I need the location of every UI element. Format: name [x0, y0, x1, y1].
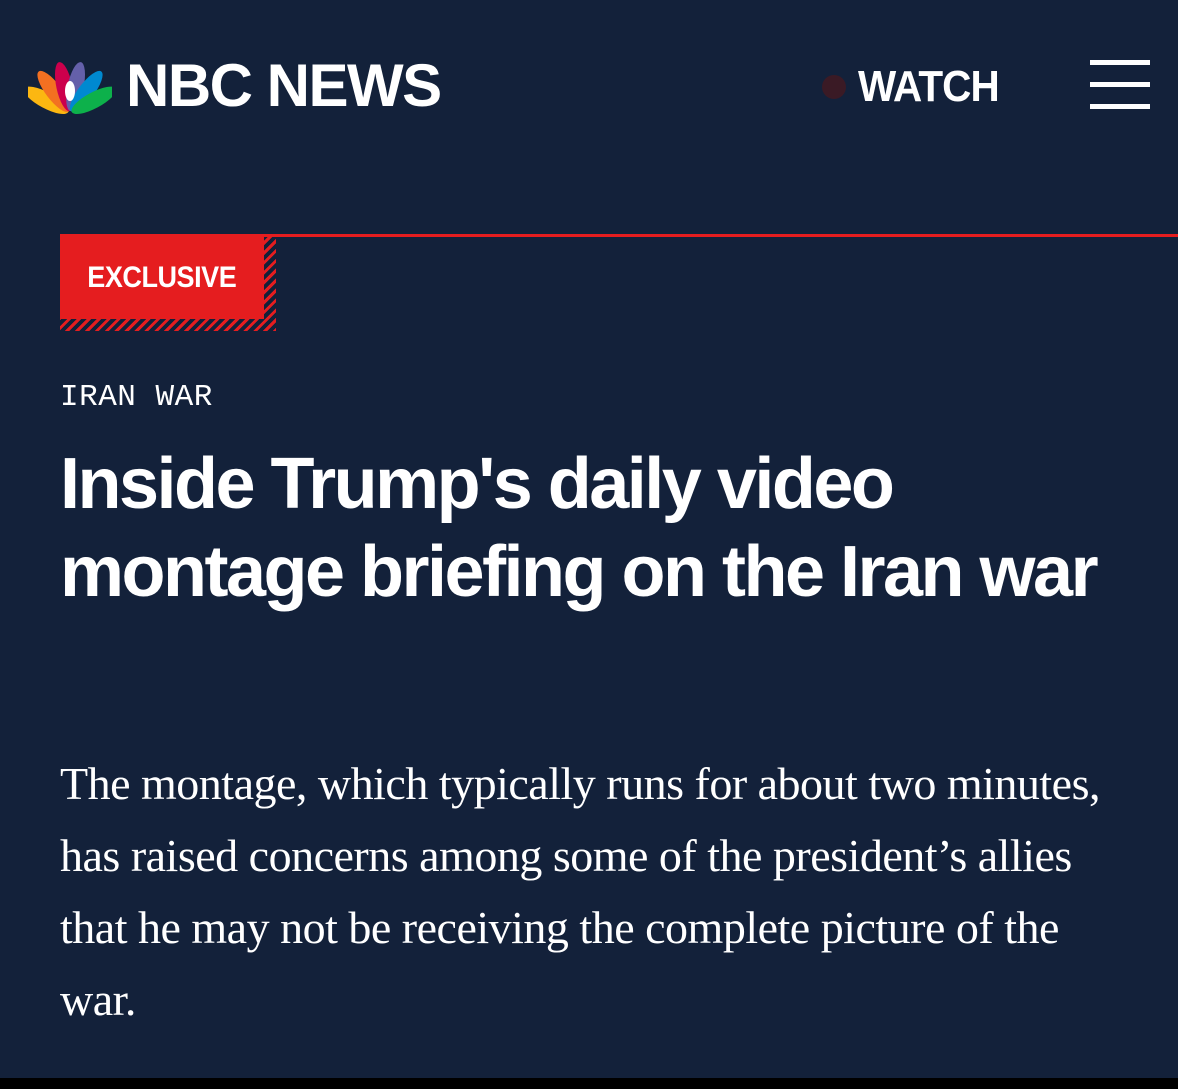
menu-line: [1090, 104, 1150, 109]
brand-name: NBC NEWS: [126, 52, 442, 119]
site-header: NBC NEWS WATCH: [0, 0, 1178, 170]
bottom-edge: [0, 1078, 1178, 1089]
article-headline[interactable]: Inside Trump's daily video montage brief…: [60, 440, 1120, 616]
exclusive-badge: EXCLUSIVE: [60, 237, 276, 331]
article-dek: The montage, which typically runs for ab…: [60, 758, 1101, 1025]
menu-line: [1090, 60, 1150, 65]
watch-label: WATCH: [858, 62, 1000, 111]
live-dot-icon: [822, 75, 846, 99]
badge-box: EXCLUSIVE: [60, 237, 264, 319]
category-label[interactable]: IRAN WAR: [60, 380, 213, 416]
nbc-peacock-icon: [28, 62, 112, 115]
nbc-news-logo[interactable]: NBC NEWS: [28, 52, 442, 119]
menu-line: [1090, 82, 1150, 87]
watch-button[interactable]: WATCH: [822, 62, 1011, 112]
hamburger-menu-icon[interactable]: [1090, 60, 1150, 110]
badge-label: EXCLUSIVE: [87, 261, 237, 294]
